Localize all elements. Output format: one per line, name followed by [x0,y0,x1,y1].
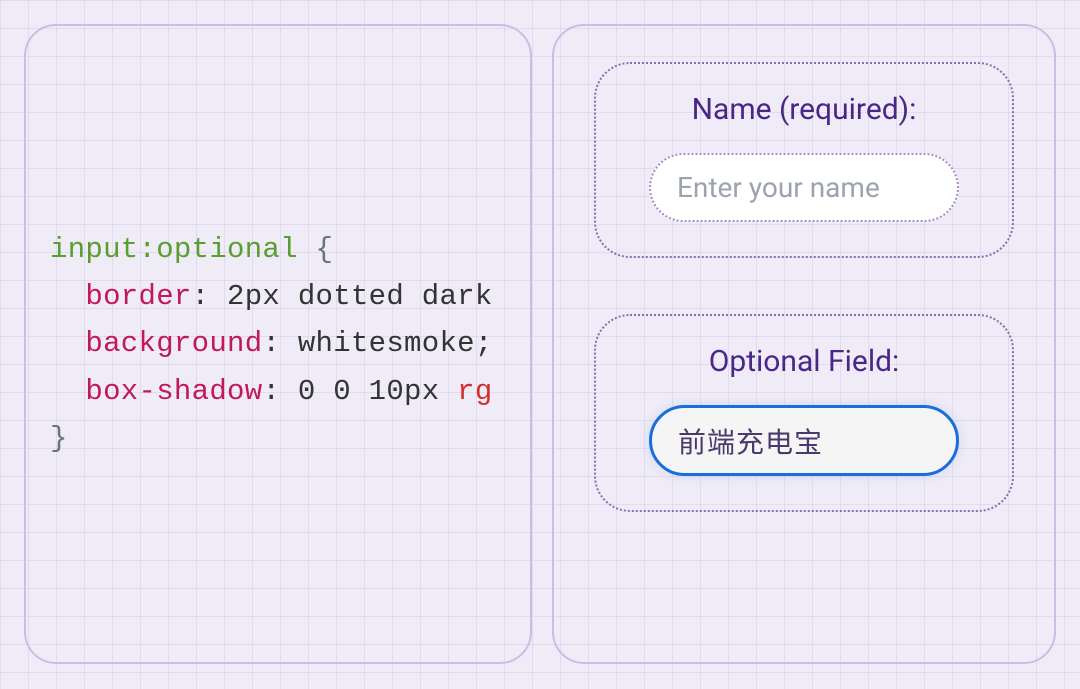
css-property-background: background [85,327,262,360]
code-panel: input:optional { border: 2px dotted dark… [24,24,532,664]
css-property-border: border [85,280,191,313]
css-value-border: 2px dotted dark [209,280,492,313]
css-selector: input [50,233,139,266]
optional-input[interactable] [649,405,959,476]
css-pseudo-class: :optional [139,233,298,266]
optional-field-label: Optional Field: [709,344,900,379]
css-value-background: whitesmoke; [280,327,492,360]
preview-panel: Name (required): Optional Field: [552,24,1056,664]
css-property-boxshadow: box-shadow [85,375,262,408]
css-close-brace: } [50,422,68,455]
css-code-block: input:optional { border: 2px dotted dark… [50,226,493,462]
optional-field-group: Optional Field: [594,314,1014,512]
required-field-label: Name (required): [692,92,917,127]
css-open-brace: { [298,233,333,266]
name-input[interactable] [649,153,959,222]
css-value-boxshadow: 0 0 10px [280,375,457,408]
css-function: rg [457,375,492,408]
required-field-group: Name (required): [594,62,1014,258]
